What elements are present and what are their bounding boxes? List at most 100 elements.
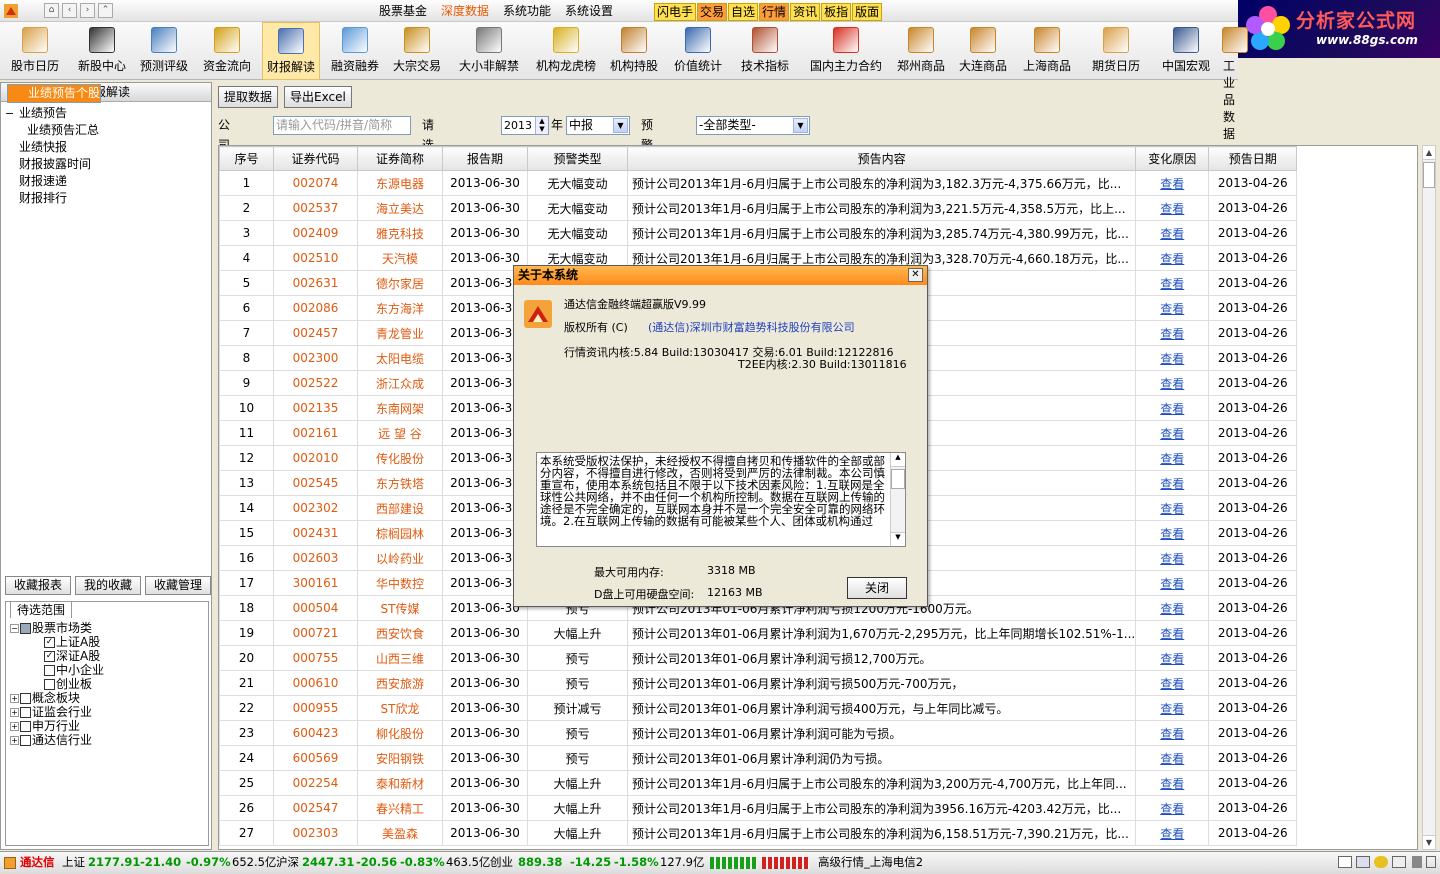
table-row[interactable]: 3 002409 雅克科技 2013-06-30 无大幅变动 预计公司2013年1月-6月… — [219, 220, 1298, 246]
quick-item[interactable]: 自选 — [728, 3, 759, 21]
user-icon[interactable] — [1412, 856, 1422, 868]
up-icon[interactable]: ⌃ — [98, 3, 113, 18]
alert-icon[interactable] — [1374, 856, 1388, 868]
toolbar-button-5[interactable]: 财报解读 — [262, 22, 320, 80]
cell-name[interactable]: 传化股份 — [357, 445, 443, 471]
tree-item[interactable]: 财报速递 — [1, 173, 211, 190]
cell-link[interactable]: 查看 — [1135, 195, 1210, 221]
company-link[interactable]: (通达信)深圳市财富趋势科技股份有限公司 — [648, 319, 855, 335]
cell-link[interactable]: 查看 — [1135, 395, 1210, 421]
cell-link[interactable]: 查看 — [1135, 245, 1210, 271]
pool-tab[interactable]: 待选范围 — [10, 601, 73, 618]
cell-link[interactable]: 查看 — [1135, 595, 1210, 621]
cell-code[interactable]: 600423 — [273, 720, 358, 746]
expand-icon[interactable]: + — [10, 694, 19, 703]
fetch-data-button[interactable]: 提取数据 — [218, 86, 279, 108]
table-row[interactable]: 24 600569 安阳钢铁 2013-06-30 预亏 预计公司2013年01-06月累… — [219, 745, 1298, 771]
cell-link[interactable]: 查看 — [1135, 520, 1210, 546]
column-header[interactable]: 报告期 — [442, 146, 528, 171]
cell-link[interactable]: 查看 — [1135, 645, 1210, 671]
server-name[interactable]: 高级行情_上海电信2 — [818, 852, 923, 873]
settings-icon[interactable] — [1392, 856, 1406, 868]
close-button[interactable]: 关闭 — [847, 577, 907, 599]
cell-name[interactable]: 东源电器 — [357, 170, 443, 196]
toolbar-button-6[interactable]: 融资融券 — [326, 22, 384, 80]
toolbar-button-13[interactable]: 国内主力合约 — [804, 22, 888, 80]
cell-link[interactable]: 查看 — [1135, 295, 1210, 321]
cell-link[interactable]: 查看 — [1135, 470, 1210, 496]
tree-item[interactable]: 财报排行 — [1, 190, 211, 207]
cell-code[interactable]: 002537 — [273, 195, 358, 221]
toolbar-button-10[interactable]: 机构持股 — [604, 22, 664, 80]
quick-item[interactable]: 交易 — [697, 3, 728, 21]
toolbar-button-15[interactable]: 大连商品 — [954, 22, 1012, 80]
cell-name[interactable]: ST传媒 — [357, 595, 443, 621]
table-row[interactable]: 26 002547 春兴精工 2013-06-30 大幅上升 预计公司2013年1月-6月… — [219, 795, 1298, 821]
scroll-thumb[interactable] — [891, 469, 905, 489]
cell-name[interactable]: ST欣龙 — [357, 695, 443, 721]
column-header[interactable]: 预告内容 — [626, 146, 1137, 171]
table-row[interactable]: 22 000955 ST欣龙 2013-06-30 预计减亏 预计公司2013年01-06… — [219, 695, 1298, 721]
scroll-thumb[interactable] — [1423, 162, 1435, 188]
save-report-button[interactable]: 收藏报表 — [5, 576, 71, 595]
cell-code[interactable]: 002303 — [273, 820, 358, 846]
tree-item[interactable]: 业绩快报 — [1, 139, 211, 156]
toolbar-button-3[interactable]: 预测评级 — [134, 22, 194, 80]
cell-code[interactable]: 000755 — [273, 645, 358, 671]
cell-name[interactable]: 东方铁塔 — [357, 470, 443, 496]
cell-link[interactable]: 查看 — [1135, 620, 1210, 646]
cell-code[interactable]: 002300 — [273, 345, 358, 371]
tree-item[interactable]: 财报披露时间 — [1, 156, 211, 173]
mail-icon[interactable] — [1338, 856, 1352, 868]
tdx-logo-icon[interactable] — [3, 3, 19, 19]
cell-link[interactable]: 查看 — [1135, 370, 1210, 396]
quick-item[interactable]: 板指 — [821, 3, 852, 21]
cell-name[interactable]: 西安旅游 — [357, 670, 443, 696]
my-favorites-button[interactable]: 我的收藏 — [75, 576, 141, 595]
type-select[interactable]: -全部类型- ▼ — [696, 116, 810, 135]
cell-code[interactable]: 002135 — [273, 395, 358, 421]
notice-scrollbar[interactable]: ▲ ▼ — [890, 453, 905, 546]
pool-item[interactable]: 中小企业 — [10, 663, 208, 677]
menu-item[interactable]: 深度数据 — [434, 3, 496, 19]
checkbox[interactable] — [20, 707, 31, 718]
column-header[interactable]: 预警类型 — [527, 146, 628, 171]
back-icon[interactable]: ‹ — [62, 3, 77, 18]
menu-item[interactable]: 系统设置 — [558, 3, 620, 19]
scroll-up-icon[interactable]: ▲ — [891, 453, 905, 467]
cell-code[interactable]: 000610 — [273, 670, 358, 696]
checkbox[interactable] — [20, 623, 31, 634]
license-notice[interactable]: 本系统受版权法保护，未经授权不得擅自拷贝和传播软件的全部或部分内容，不得擅自进行… — [536, 452, 906, 547]
year-spinner[interactable]: 2013 ▲ ▼ — [501, 116, 549, 135]
cell-link[interactable]: 查看 — [1135, 795, 1210, 821]
pool-item[interactable]: + 概念板块 — [10, 691, 208, 705]
cell-link[interactable]: 查看 — [1135, 495, 1210, 521]
table-row[interactable]: 19 000721 西安饮食 2013-06-30 大幅上升 预计公司2013年01-06… — [219, 620, 1298, 646]
cell-code[interactable]: 002010 — [273, 445, 358, 471]
checkbox[interactable] — [44, 665, 55, 676]
cell-link[interactable]: 查看 — [1135, 270, 1210, 296]
cell-code[interactable]: 002254 — [273, 770, 358, 796]
cell-code[interactable]: 002409 — [273, 220, 358, 246]
toolbar-button-7[interactable]: 大宗交易 — [388, 22, 446, 80]
cell-link[interactable]: 查看 — [1135, 670, 1210, 696]
spinner-arrows-icon[interactable]: ▲ ▼ — [535, 117, 548, 134]
menu-item[interactable]: 系统功能 — [496, 3, 558, 19]
table-scrollbar[interactable]: ▲ ▼ — [1422, 145, 1436, 850]
cell-name[interactable]: 泰和新材 — [357, 770, 443, 796]
cell-code[interactable]: 002161 — [273, 420, 358, 446]
cell-code[interactable]: 002086 — [273, 295, 358, 321]
cell-name[interactable]: 以岭药业 — [357, 545, 443, 571]
toolbar-button-11[interactable]: 价值统计 — [670, 22, 726, 80]
cell-link[interactable]: 查看 — [1135, 220, 1210, 246]
cell-code[interactable]: 002603 — [273, 545, 358, 571]
cell-name[interactable]: 东南网架 — [357, 395, 443, 421]
column-header[interactable]: 预告日期 — [1208, 146, 1298, 171]
cell-name[interactable]: 华中数控 — [357, 570, 443, 596]
expand-icon[interactable]: + — [10, 722, 19, 731]
cell-code[interactable]: 600569 — [273, 745, 358, 771]
cell-name[interactable]: 海立美达 — [357, 195, 443, 221]
cell-link[interactable]: 查看 — [1135, 720, 1210, 746]
cell-link[interactable]: 查看 — [1135, 770, 1210, 796]
cell-link[interactable]: 查看 — [1135, 695, 1210, 721]
